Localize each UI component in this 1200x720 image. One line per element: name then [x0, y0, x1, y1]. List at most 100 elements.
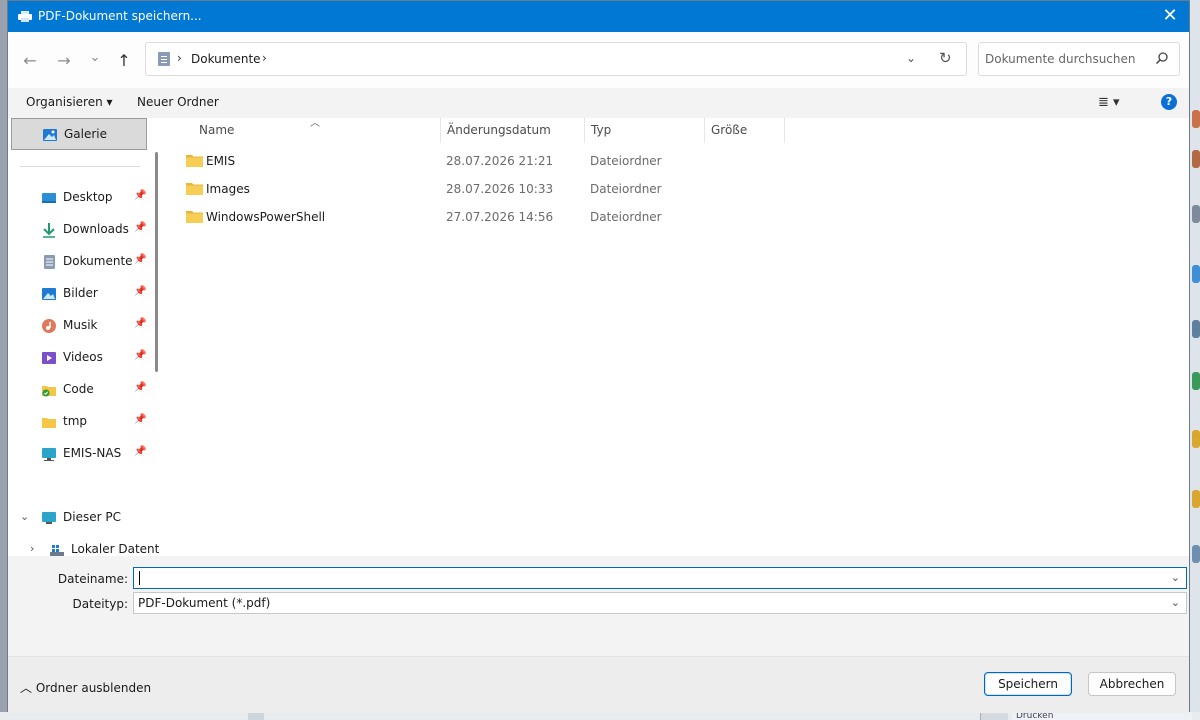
window-title: PDF-Dokument speichern... — [38, 9, 202, 23]
file-type: Dateiordner — [590, 210, 662, 224]
forward-button[interactable]: → — [53, 50, 75, 72]
sidebar-item-videos[interactable]: Videos 📌 — [8, 342, 148, 374]
sidebar-scrollbar[interactable] — [155, 152, 158, 372]
computer-icon — [42, 512, 56, 524]
sidebar-item-label: Desktop — [63, 190, 113, 204]
sidebar-item-code[interactable]: Code 📌 — [8, 374, 148, 406]
file-row[interactable]: EMIS 28.07.2026 21:21 Dateiordner — [164, 147, 1064, 175]
sidebar-item-label: Lokaler Datent — [71, 542, 160, 556]
save-button[interactable]: Speichern — [984, 672, 1072, 696]
sidebar-item-music[interactable]: Musik 📌 — [8, 310, 148, 342]
file-name: Images — [206, 182, 250, 196]
file-modified: 28.07.2026 10:33 — [446, 182, 554, 196]
file-row[interactable]: Images 28.07.2026 10:33 Dateiordner — [164, 175, 1064, 203]
pin-icon[interactable]: 📌 — [134, 414, 146, 425]
address-dropdown-icon[interactable]: ⌄ — [906, 51, 916, 65]
file-type: Dateiordner — [590, 182, 662, 196]
sidebar-item-gallery[interactable]: Galerie — [11, 118, 147, 150]
pin-icon[interactable]: 📌 — [134, 318, 146, 329]
background-window-strip — [1190, 0, 1200, 720]
help-icon[interactable]: ? — [1161, 94, 1177, 110]
up-button[interactable]: ↑ — [113, 50, 135, 72]
videos-icon — [42, 352, 56, 364]
file-name: EMIS — [206, 154, 236, 168]
breadcrumb-documents[interactable]: Dokumente — [191, 52, 261, 66]
command-bar: Organisieren ▾ Neuer Ordner ≣ ▾ ? — [8, 88, 1189, 118]
sidebar-item-documents[interactable]: Dokumente 📌 — [8, 246, 148, 278]
folder-icon — [186, 183, 203, 195]
search-box[interactable] — [978, 42, 1180, 76]
filetype-select[interactable]: PDF-Dokument (*.pdf) ⌄ — [133, 592, 1187, 614]
download-icon — [43, 223, 55, 238]
cancel-button[interactable]: Abbrechen — [1088, 672, 1176, 696]
pin-icon[interactable]: 📌 — [134, 446, 146, 457]
sidebar-item-downloads[interactable]: Downloads 📌 — [8, 214, 148, 246]
filename-dropdown-icon[interactable]: ⌄ — [1171, 571, 1180, 584]
drive-icon — [50, 545, 64, 556]
search-icon[interactable] — [1155, 51, 1169, 65]
sidebar-item-label: Bilder — [63, 286, 98, 300]
pin-icon[interactable]: 📌 — [134, 254, 146, 265]
file-row[interactable]: WindowsPowerShell 27.07.2026 14:56 Datei… — [164, 203, 1064, 231]
folder-icon — [42, 418, 56, 428]
printer-icon — [18, 11, 32, 22]
background-window-bottom: Drucken — [0, 712, 1200, 720]
sidebar-item-emis-nas[interactable]: EMIS-NAS 📌 — [8, 438, 148, 470]
sidebar-item-local-disk[interactable]: › Lokaler Datent — [8, 534, 164, 556]
file-name: WindowsPowerShell — [206, 210, 326, 224]
breadcrumb-separator-icon: › — [177, 51, 182, 65]
sidebar-item-this-pc[interactable]: ⌄ Dieser PC — [8, 502, 148, 534]
network-drive-icon — [42, 448, 56, 461]
folder-icon — [186, 211, 203, 223]
sidebar-item-desktop[interactable]: Desktop 📌 — [8, 182, 148, 214]
organize-button[interactable]: Organisieren ▾ — [26, 95, 113, 109]
column-header-name[interactable]: Name — [199, 123, 234, 137]
pin-icon[interactable]: 📌 — [134, 222, 146, 233]
column-header-modified[interactable]: Änderungsdatum — [447, 123, 551, 137]
sidebar-item-label: Code — [63, 382, 94, 396]
sort-ascending-icon: ︿ — [310, 118, 320, 129]
pin-icon[interactable]: 📌 — [134, 382, 146, 393]
column-header-type[interactable]: Typ — [591, 123, 611, 137]
new-folder-button[interactable]: Neuer Ordner — [137, 95, 219, 109]
sidebar-divider — [20, 166, 140, 167]
gallery-icon — [43, 129, 57, 141]
dialog-footer: ︿ Ordner ausblenden Speichern Abbrechen — [8, 656, 1189, 713]
background-print-text: Drucken — [1012, 712, 1192, 720]
chevron-up-icon: ︿ — [20, 681, 36, 695]
filetype-dropdown-icon[interactable]: ⌄ — [1171, 596, 1180, 609]
column-divider[interactable] — [584, 118, 585, 143]
collapse-chevron-icon[interactable]: › — [30, 542, 34, 555]
column-divider[interactable] — [784, 118, 785, 143]
column-divider[interactable] — [440, 118, 441, 143]
sidebar-item-pictures[interactable]: Bilder 📌 — [8, 278, 148, 310]
title-bar: PDF-Dokument speichern... ✕ — [8, 1, 1189, 32]
pin-icon[interactable]: 📌 — [134, 190, 146, 201]
file-type: Dateiordner — [590, 154, 662, 168]
documents-icon — [44, 255, 55, 269]
close-button[interactable]: ✕ — [1151, 1, 1189, 32]
breadcrumb-chevron-icon[interactable]: › — [262, 51, 267, 65]
filename-input[interactable]: ⌄ — [133, 567, 1187, 589]
sidebar-item-label: EMIS-NAS — [63, 446, 122, 460]
refresh-icon[interactable]: ↻ — [939, 49, 952, 67]
expand-chevron-icon[interactable]: ⌄ — [20, 510, 29, 523]
column-divider[interactable] — [704, 118, 705, 143]
pin-icon[interactable]: 📌 — [134, 286, 146, 297]
recent-locations-button[interactable]: ⌄ — [84, 47, 106, 69]
sidebar-item-tmp[interactable]: tmp 📌 — [8, 406, 148, 438]
save-form: Dateiname: ⌄ Dateityp: PDF-Dokument (*.p… — [8, 556, 1189, 656]
file-modified: 27.07.2026 14:56 — [446, 210, 554, 224]
address-bar[interactable]: › Dokumente › ⌄ ↻ — [145, 42, 967, 76]
pin-icon[interactable]: 📌 — [134, 350, 146, 361]
back-button[interactable]: ← — [19, 50, 41, 72]
hide-folders-button[interactable]: ︿ Ordner ausblenden — [20, 679, 151, 696]
column-header-size[interactable]: Größe — [711, 123, 747, 137]
folder-icon — [186, 155, 203, 167]
search-input[interactable] — [985, 50, 1145, 68]
view-options-button[interactable]: ≣ ▾ — [1098, 95, 1120, 110]
save-dialog: PDF-Dokument speichern... ✕ ← → ⌄ ↑ › Do… — [7, 0, 1190, 713]
documents-icon — [158, 52, 170, 66]
sidebar-item-label: Dieser PC — [63, 510, 121, 524]
sidebar-item-label: tmp — [63, 414, 88, 428]
